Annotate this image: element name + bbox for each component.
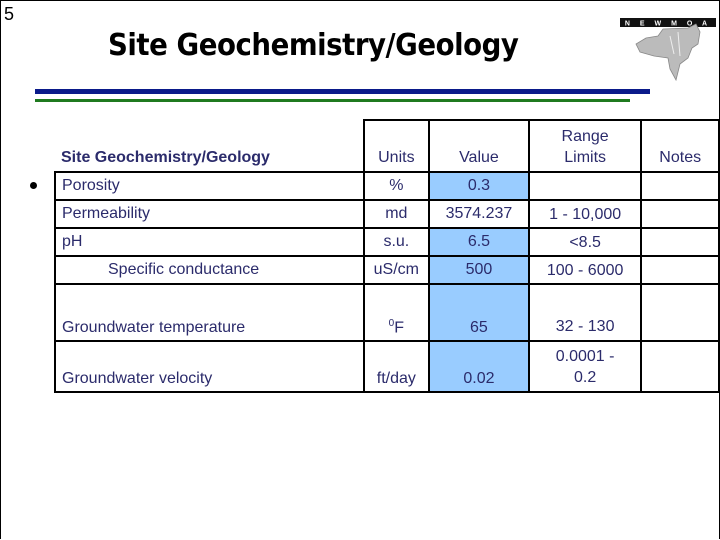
table-row: Porosity % 0.3	[54, 171, 720, 201]
range-cell: 0.0001 - 0.2	[527, 340, 643, 393]
parameter-cell: pH	[54, 227, 365, 257]
parameter-cell: Specific conductance	[54, 255, 365, 285]
range-cell: 1 - 10,000	[527, 199, 643, 229]
notes-cell	[640, 340, 720, 393]
notes-cell	[640, 283, 720, 342]
units-cell: ft/day	[362, 340, 431, 393]
units-cell: uS/cm	[362, 255, 431, 285]
notes-cell	[640, 199, 720, 229]
table-header-row: Site Geochemistry/Geology Units Value Ra…	[55, 119, 720, 173]
notes-cell	[640, 171, 720, 201]
header-range-line1: Range	[561, 128, 609, 145]
header-parameter: Site Geochemistry/Geology	[55, 120, 364, 173]
units-cell: %	[362, 171, 431, 201]
table-row: pH s.u. 6.5 <8.5	[54, 227, 720, 257]
range-cell	[527, 171, 643, 201]
value-cell[interactable]: 6.5	[428, 227, 530, 257]
range-cell: 100 - 6000	[527, 255, 643, 285]
parameter-cell: Porosity	[54, 171, 365, 201]
parameter-cell: Permeability	[54, 199, 365, 229]
range-line2: 0.2	[574, 369, 597, 386]
table-row: Groundwater velocity ft/day 0.02 0.0001 …	[54, 340, 720, 393]
header-range: Range Limits	[527, 119, 643, 173]
value-cell[interactable]: 0.02	[428, 340, 530, 393]
range-line1: 0.0001 -	[555, 348, 615, 365]
header-range-line2: Limits	[564, 149, 607, 166]
header-value: Value	[428, 119, 530, 173]
newmoa-logo: N E W M O A	[620, 18, 716, 82]
value-cell[interactable]: 0.3	[428, 171, 530, 201]
table-row: Groundwater temperature 0F 65 32 - 130	[54, 283, 720, 342]
divider-blue	[35, 89, 650, 94]
header-units: Units	[362, 119, 431, 173]
bullet-icon	[30, 182, 37, 189]
units-cell: md	[362, 199, 431, 229]
geochemistry-table: Site Geochemistry/Geology Units Value Ra…	[54, 119, 720, 393]
range-cell: 32 - 130	[527, 283, 643, 342]
units-text: F	[394, 319, 404, 336]
value-cell[interactable]: 65	[428, 283, 530, 342]
table-row: Specific conductance uS/cm 500 100 - 600…	[54, 255, 720, 285]
slide-number: 5	[4, 4, 15, 24]
divider-green	[35, 99, 630, 102]
units-cell: s.u.	[362, 227, 431, 257]
notes-cell	[640, 227, 720, 257]
units-cell: 0F	[362, 283, 431, 342]
range-cell: <8.5	[527, 227, 643, 257]
value-cell[interactable]: 3574.237	[428, 199, 530, 229]
page-title: Site Geochemistry/Geology	[108, 28, 519, 63]
parameter-cell: Groundwater temperature	[54, 283, 365, 342]
table-row: Permeability md 3574.237 1 - 10,000	[54, 199, 720, 229]
header-notes: Notes	[640, 119, 720, 173]
svg-text:N E W M O A: N E W M O A	[625, 21, 711, 28]
value-cell[interactable]: 500	[428, 255, 530, 285]
parameter-cell: Groundwater velocity	[54, 340, 365, 393]
notes-cell	[640, 255, 720, 285]
